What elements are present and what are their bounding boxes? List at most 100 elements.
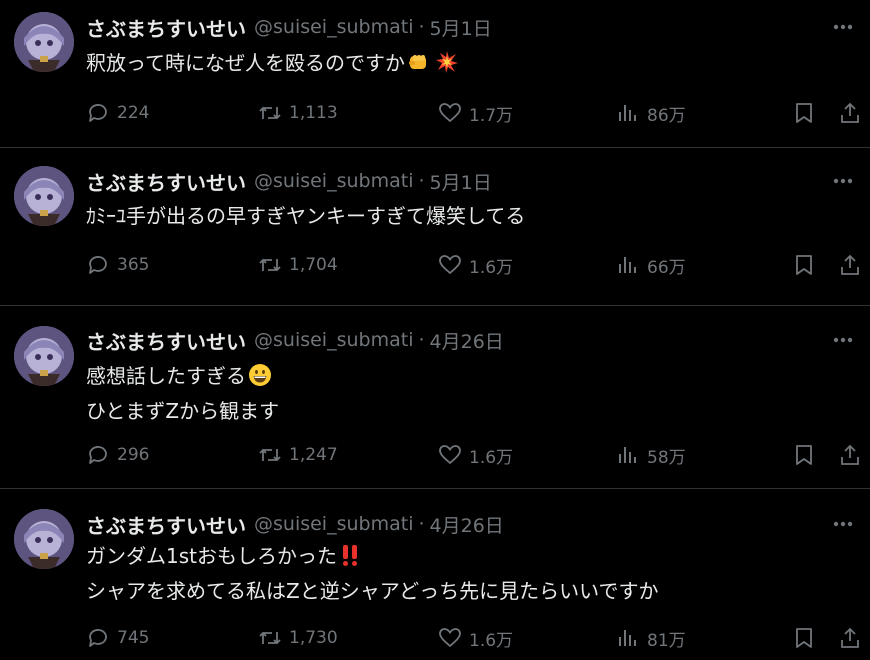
avatar[interactable]	[14, 509, 74, 569]
separator-dot: ·	[418, 16, 425, 38]
retweet-button[interactable]: 1,704	[258, 251, 338, 279]
bookmark-icon[interactable]	[792, 443, 816, 467]
bookmark-icon[interactable]	[792, 626, 816, 650]
reply-count: 224	[117, 103, 150, 123]
retweet-count: 1,113	[289, 103, 338, 123]
retweet-button[interactable]: 1,730	[258, 624, 338, 652]
tweet-date[interactable]: 5月1日	[430, 168, 492, 195]
separator-dot: ·	[418, 170, 425, 192]
user-handle[interactable]: @suisei_submati	[254, 513, 413, 535]
share-icon[interactable]	[838, 443, 862, 467]
user-handle[interactable]: @suisei_submati	[254, 16, 413, 38]
reply-button[interactable]: 745	[86, 624, 149, 652]
heart-icon	[439, 103, 461, 123]
share-icon[interactable]	[838, 101, 862, 125]
avatar-image	[14, 326, 74, 386]
analytics-icon	[619, 257, 636, 273]
like-button[interactable]: 1.6万	[438, 251, 513, 279]
views-button[interactable]: 66万	[616, 251, 686, 279]
tweet-actions: 224 1,113 1.7万 86万	[86, 99, 866, 127]
tweet-text-line: シャアを求めてる私はZと逆シャアどっち先に見たらいいですか	[86, 579, 659, 603]
like-button[interactable]: 1.6万	[438, 441, 513, 469]
tweet-actions: 296 1,247 1.6万 58万	[86, 441, 866, 469]
tweet[interactable]: さぶまちすいせい @suisei_submati · 4月26日 ガンダム1st…	[0, 489, 870, 660]
collision-emoji	[435, 50, 459, 83]
analytics-icon	[619, 447, 636, 463]
user-handle[interactable]: @suisei_submati	[254, 170, 413, 192]
reply-count: 296	[117, 445, 150, 465]
tweet-header: さぶまちすいせい @suisei_submati · 5月1日	[86, 167, 492, 196]
reply-count: 745	[117, 628, 150, 648]
tweet-text: 感想話したすぎるひとまずZから観ます	[86, 361, 279, 427]
tweet-header: さぶまちすいせい @suisei_submati · 5月1日	[86, 13, 492, 42]
display-name[interactable]: さぶまちすいせい	[86, 167, 246, 196]
view-count: 86万	[647, 105, 686, 126]
avatar[interactable]	[14, 326, 74, 386]
heart-icon	[439, 255, 461, 275]
tweet[interactable]: さぶまちすいせい @suisei_submati · 4月26日 感想話したすぎ…	[0, 306, 870, 489]
retweet-icon	[259, 258, 281, 272]
reply-button[interactable]: 224	[86, 99, 149, 127]
reply-button[interactable]: 296	[86, 441, 149, 469]
heart-icon	[439, 445, 461, 465]
tweet-text: 釈放って時になぜ人を殴るのですか	[86, 48, 459, 83]
analytics-icon	[619, 630, 636, 646]
reply-icon	[89, 256, 107, 274]
grinning-face-emoji	[248, 363, 272, 396]
retweet-icon	[259, 631, 281, 645]
reply-button[interactable]: 365	[86, 251, 149, 279]
views-button[interactable]: 86万	[616, 99, 686, 127]
tweet-date[interactable]: 4月26日	[430, 327, 504, 354]
tweet[interactable]: さぶまちすいせい @suisei_submati · 5月1日 釈放って時になぜ…	[0, 0, 870, 148]
tweet[interactable]: さぶまちすいせい @suisei_submati · 5月1日 ｶﾐｰﾕ手が出る…	[0, 148, 870, 306]
view-count: 81万	[647, 630, 686, 651]
double-exclamation-emoji	[339, 543, 361, 576]
tweet-text-line: ｶﾐｰﾕ手が出るの早すぎヤンキーすぎて爆笑してる	[86, 204, 526, 228]
tweet-text-line: 感想話したすぎる	[86, 364, 246, 388]
tweet-header: さぶまちすいせい @suisei_submati · 4月26日	[86, 510, 504, 539]
tweet-text-line: 釈放って時になぜ人を殴るのですか	[86, 51, 405, 75]
views-button[interactable]: 81万	[616, 624, 686, 652]
views-button[interactable]: 58万	[616, 441, 686, 469]
tweet-actions: 365 1,704 1.6万 66万	[86, 251, 866, 279]
more-options-icon[interactable]	[830, 513, 856, 535]
retweet-button[interactable]: 1,113	[258, 99, 338, 127]
retweet-button[interactable]: 1,247	[258, 441, 338, 469]
avatar-image	[14, 12, 74, 72]
bookmark-icon[interactable]	[792, 253, 816, 277]
more-options-icon[interactable]	[830, 170, 856, 192]
tweet-date[interactable]: 5月1日	[430, 14, 492, 41]
like-button[interactable]: 1.7万	[438, 99, 513, 127]
tweet-date[interactable]: 4月26日	[430, 511, 504, 538]
fist-emoji	[407, 50, 431, 83]
display-name[interactable]: さぶまちすいせい	[86, 326, 246, 355]
separator-dot: ·	[418, 329, 425, 351]
tweet-text: ガンダム1stおもしろかった シャアを求めてる私はZと逆シャアどっち先に見たらいい…	[86, 541, 659, 607]
avatar[interactable]	[14, 12, 74, 72]
reply-icon	[89, 629, 107, 647]
avatar-image	[14, 166, 74, 226]
tweet-header: さぶまちすいせい @suisei_submati · 4月26日	[86, 326, 504, 355]
retweet-count: 1,704	[289, 255, 338, 275]
separator-dot: ·	[418, 513, 425, 535]
like-count: 1.7万	[469, 105, 514, 126]
more-options-icon[interactable]	[830, 16, 856, 38]
like-count: 1.6万	[469, 630, 514, 651]
tweet-actions: 745 1,730 1.6万 81万	[86, 624, 866, 652]
share-icon[interactable]	[838, 626, 862, 650]
like-button[interactable]: 1.6万	[438, 624, 513, 652]
avatar[interactable]	[14, 166, 74, 226]
user-handle[interactable]: @suisei_submati	[254, 329, 413, 351]
display-name[interactable]: さぶまちすいせい	[86, 510, 246, 539]
retweet-count: 1,730	[289, 628, 338, 648]
share-icon[interactable]	[838, 253, 862, 277]
view-count: 66万	[647, 257, 686, 278]
bookmark-icon[interactable]	[792, 101, 816, 125]
retweet-icon	[259, 448, 281, 462]
more-options-icon[interactable]	[830, 329, 856, 351]
display-name[interactable]: さぶまちすいせい	[86, 13, 246, 42]
view-count: 58万	[647, 447, 686, 468]
reply-icon	[89, 104, 107, 122]
tweet-text-line: ひとまずZから観ます	[86, 399, 280, 423]
reply-count: 365	[117, 255, 150, 275]
